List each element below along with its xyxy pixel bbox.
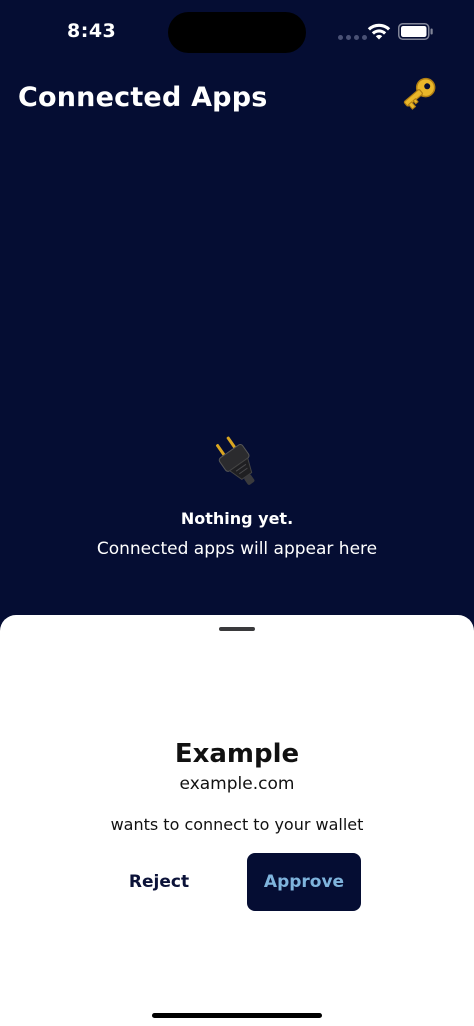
empty-state-title: Nothing yet.	[180, 509, 294, 528]
connect-request-sheet: Example example.com wants to connect to …	[0, 615, 474, 1026]
empty-state: Nothing yet. Connected apps will appear …	[0, 432, 474, 559]
plug-icon	[215, 436, 255, 485]
app-name: Example	[174, 739, 300, 769]
home-indicator	[152, 1013, 322, 1018]
status-time: 8:43	[67, 20, 117, 42]
empty-state-subtitle: Connected apps will appear here	[96, 539, 378, 559]
dynamic-island	[168, 12, 306, 53]
sheet-grabber-handle[interactable]	[219, 627, 255, 631]
app-domain: example.com	[179, 774, 295, 794]
status-bar: 8:43	[0, 0, 474, 60]
approve-button[interactable]: Approve	[247, 853, 361, 911]
page-title: Connected Apps	[18, 82, 268, 113]
wifi-icon	[367, 23, 391, 40]
key-icon[interactable]	[396, 74, 440, 114]
reject-button[interactable]: Reject	[100, 853, 218, 911]
connect-request-text: wants to connect to your wallet	[110, 815, 364, 834]
battery-icon	[398, 23, 433, 40]
cellular-signal-icon	[338, 35, 367, 40]
